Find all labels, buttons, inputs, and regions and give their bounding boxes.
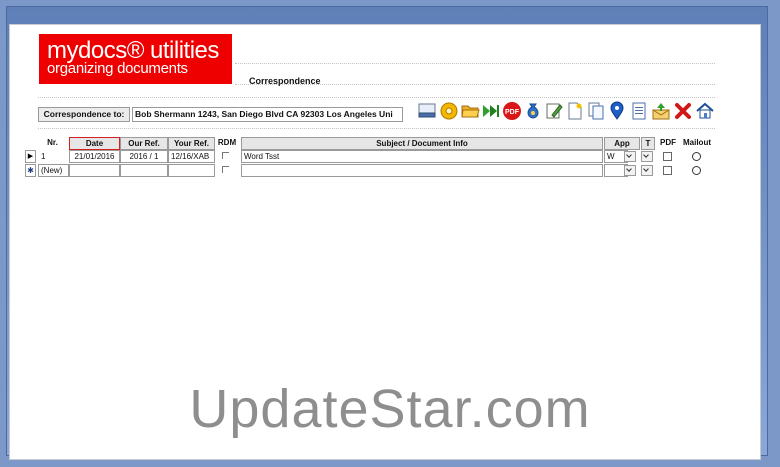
rdm-checkbox[interactable] — [222, 152, 229, 159]
new-document-icon[interactable] — [565, 101, 585, 121]
location-pin-icon[interactable] — [607, 101, 627, 121]
column-header-t[interactable]: T — [641, 137, 655, 150]
pdf-checkbox[interactable] — [663, 152, 672, 161]
app-dropdown[interactable] — [624, 151, 636, 162]
column-header-nr: Nr. — [47, 138, 58, 147]
page-title: Correspondence — [249, 76, 321, 86]
table-row-your-ref[interactable] — [168, 164, 215, 177]
table-row-our-ref[interactable] — [120, 164, 168, 177]
correspondence-to-field[interactable]: Bob Shermann 1243, San Diego Blvd CA 923… — [132, 107, 403, 122]
column-header-our-ref[interactable]: Our Ref. — [120, 137, 168, 150]
mydocs-logo: mydocs® utilities organizing documents — [39, 34, 232, 84]
delete-icon[interactable] — [673, 101, 693, 121]
t-dropdown[interactable] — [641, 151, 653, 162]
t-dropdown[interactable] — [641, 165, 653, 176]
new-record-selector[interactable]: ✱ — [25, 164, 36, 177]
svg-text:PDF: PDF — [505, 109, 520, 116]
mailout-radio[interactable] — [692, 166, 701, 175]
home-icon[interactable] — [695, 101, 715, 121]
table-row-subject[interactable] — [241, 164, 603, 177]
forward-icon[interactable] — [481, 101, 501, 121]
table-row-nr: (New) — [38, 164, 69, 177]
table-row-subject[interactable]: Word Tsst — [241, 150, 603, 163]
table-row-date[interactable] — [69, 164, 120, 177]
copy-documents-icon[interactable] — [586, 101, 606, 121]
table-row-date[interactable]: 21/01/2016 — [69, 150, 120, 163]
divider — [38, 97, 715, 98]
column-header-date[interactable]: Date — [69, 137, 120, 150]
settings-icon[interactable] — [439, 101, 459, 121]
column-header-app[interactable]: App — [604, 137, 640, 150]
divider — [235, 63, 715, 64]
app-dropdown[interactable] — [624, 165, 636, 176]
column-header-your-ref[interactable]: Your Ref. — [168, 137, 215, 150]
pdf-checkbox[interactable] — [663, 166, 672, 175]
pdf-icon[interactable]: PDF — [502, 101, 522, 121]
rdm-checkbox[interactable] — [222, 166, 229, 173]
document-icon[interactable] — [629, 101, 649, 121]
watermark: UpdateStar.com — [189, 379, 591, 439]
folder-open-icon[interactable] — [460, 101, 480, 121]
table-row-your-ref[interactable]: 12/16/XAB — [168, 150, 215, 163]
correspondence-to-label: Correspondence to: — [38, 107, 130, 122]
divider — [38, 128, 715, 129]
scanner-icon[interactable] — [417, 101, 437, 121]
record-selector[interactable]: ▶ — [25, 150, 36, 163]
edit-note-icon[interactable] — [544, 101, 564, 121]
column-header-pdf: PDF — [660, 138, 676, 147]
mailout-radio[interactable] — [692, 152, 701, 161]
table-row-our-ref[interactable]: 2016 / 1 — [120, 150, 168, 163]
money-bag-icon[interactable] — [523, 101, 543, 121]
column-header-subject[interactable]: Subject / Document Info — [241, 137, 603, 150]
table-row-nr: 1 — [38, 150, 69, 163]
column-header-mailout: Mailout — [683, 138, 711, 147]
logo-subtitle: organizing documents — [47, 60, 188, 77]
send-mail-icon[interactable] — [651, 101, 671, 121]
column-header-rdm: RDM — [217, 138, 237, 147]
